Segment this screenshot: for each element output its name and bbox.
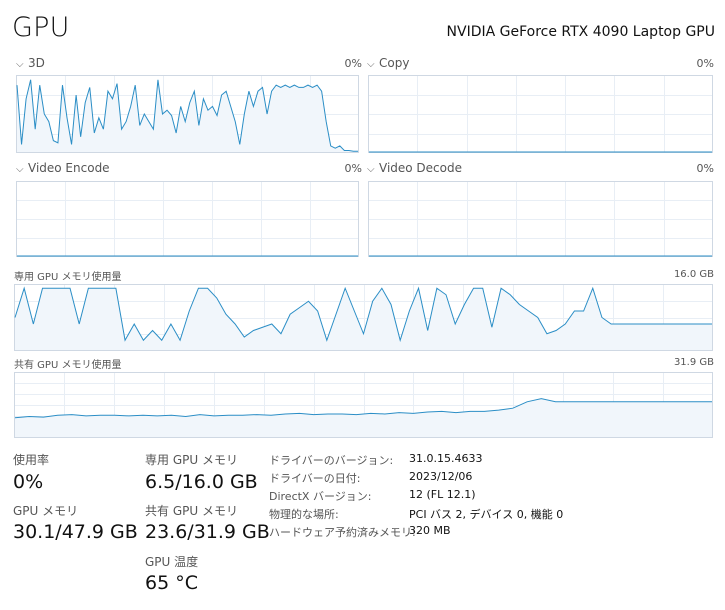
engine-label-copy: Copy <box>379 56 410 70</box>
graph-copy <box>368 75 713 153</box>
chevron-down-icon: ⌵ <box>16 59 24 70</box>
chevron-down-icon: ⌵ <box>16 164 24 175</box>
dedicated-mem-label: 専用 GPU メモリ <box>145 453 238 467</box>
gpu-mem-label: GPU メモリ <box>13 504 79 518</box>
graph-shared-memory <box>14 372 713 438</box>
driver-date-value: 2023/12/06 <box>409 470 473 483</box>
dedicated-mem-value: 6.5/16.0 GB <box>145 471 258 493</box>
graph-video-encode <box>16 181 359 257</box>
gpu-temp-label: GPU 温度 <box>145 555 199 569</box>
gpu-mem-value: 30.1/47.9 GB <box>13 521 138 543</box>
engine-selector-video-decode[interactable]: ⌵ Video Decode <box>367 161 462 175</box>
engine-value-video-decode: 0% <box>696 162 714 175</box>
graph-dedicated-memory <box>14 284 713 351</box>
engine-label-video-decode: Video Decode <box>379 161 462 175</box>
reserved-memory-label: ハードウェア予約済みメモリ: <box>269 526 416 539</box>
gpu-temp-value: 65 °C <box>145 572 198 594</box>
gpu-model-name: NVIDIA GeForce RTX 4090 Laptop GPU <box>446 24 715 40</box>
engine-selector-3d[interactable]: ⌵ 3D <box>16 56 45 70</box>
shared-mem-label: 共有 GPU メモリ <box>145 504 238 518</box>
engine-label-video-encode: Video Encode <box>28 161 110 175</box>
reserved-memory-value: 320 MB <box>409 524 451 537</box>
engine-selector-video-encode[interactable]: ⌵ Video Encode <box>16 161 110 175</box>
driver-date-label: ドライバーの日付: <box>269 472 361 485</box>
graph-video-decode <box>368 181 713 257</box>
physical-location-label: 物理的な場所: <box>269 508 339 521</box>
utilization-value: 0% <box>13 471 44 493</box>
engine-selector-copy[interactable]: ⌵ Copy <box>367 56 409 70</box>
engine-value-video-encode: 0% <box>344 162 362 175</box>
chevron-down-icon: ⌵ <box>367 59 375 70</box>
directx-version-label: DirectX バージョン: <box>269 490 372 503</box>
dedicated-mem-graph-max: 16.0 GB <box>673 269 714 280</box>
physical-location-value: PCI バス 2, デバイス 0, 機能 0 <box>409 508 564 521</box>
dedicated-mem-graph-label: 専用 GPU メモリ使用量 <box>14 272 122 283</box>
utilization-label: 使用率 <box>13 453 50 467</box>
directx-version-value: 12 (FL 12.1) <box>409 488 476 501</box>
shared-mem-value: 23.6/31.9 GB <box>145 521 270 543</box>
chevron-down-icon: ⌵ <box>367 164 375 175</box>
engine-value-copy: 0% <box>696 57 714 70</box>
engine-label-3d: 3D <box>28 56 45 70</box>
shared-mem-graph-max: 31.9 GB <box>673 357 714 368</box>
shared-mem-graph-label: 共有 GPU メモリ使用量 <box>14 360 122 371</box>
graph-3d <box>16 75 359 153</box>
driver-version-label: ドライバーのバージョン: <box>269 454 394 467</box>
engine-value-3d: 0% <box>344 57 362 70</box>
page-title: GPU <box>12 12 70 43</box>
driver-version-value: 31.0.15.4633 <box>409 452 483 465</box>
